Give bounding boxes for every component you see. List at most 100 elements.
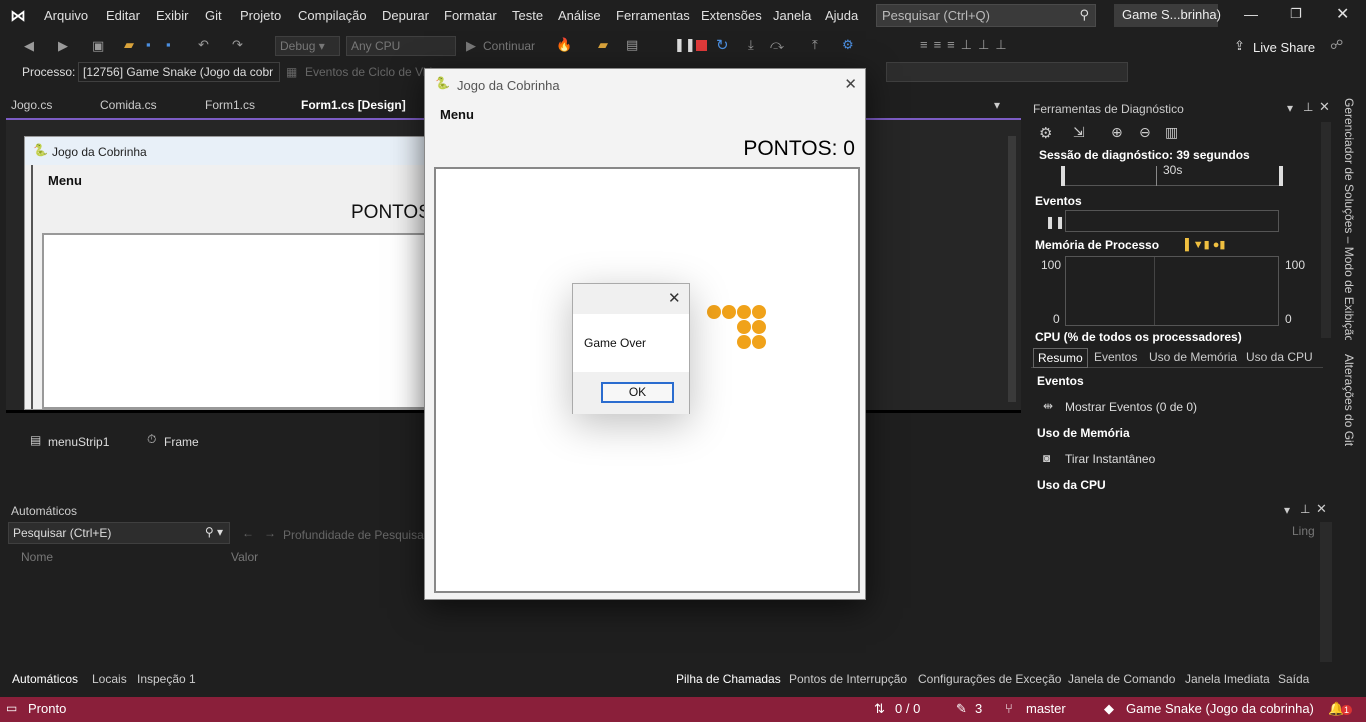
- live-share-label[interactable]: Live Share: [1253, 40, 1315, 55]
- pause-events-icon[interactable]: ❚❚: [1045, 215, 1065, 229]
- take-snapshot-button[interactable]: Tirar Instantâneo: [1065, 452, 1155, 466]
- solution-explorer-tab[interactable]: Gerenciador de Soluções – Modo de Exibiç…: [1342, 98, 1356, 340]
- subtab-resumo[interactable]: Resumo: [1033, 348, 1088, 368]
- menu-compilacao[interactable]: Compilação: [298, 8, 367, 23]
- calls-pin-icon[interactable]: ⊥: [1300, 502, 1310, 516]
- search-input[interactable]: Pesquisar (Ctrl+Q) ⚲: [876, 4, 1096, 27]
- menu-ajuda[interactable]: Ajuda: [825, 8, 858, 23]
- tab-jogo-cs[interactable]: Jogo.cs: [11, 98, 52, 112]
- new-project-icon[interactable]: ▣: [92, 38, 104, 54]
- status-updown[interactable]: 0 / 0: [895, 701, 920, 716]
- menu-git[interactable]: Git: [205, 8, 222, 23]
- autos-forward-icon[interactable]: →: [264, 526, 276, 540]
- tab-output[interactable]: Saída: [1278, 672, 1309, 686]
- menu-formatar[interactable]: Formatar: [444, 8, 497, 23]
- subtab-eventos[interactable]: Eventos: [1094, 350, 1137, 364]
- undo-icon[interactable]: ↶: [198, 37, 209, 53]
- frame-timer-item[interactable]: Frame: [164, 435, 199, 449]
- status-branch[interactable]: master: [1026, 701, 1066, 716]
- game-over-dialog[interactable]: ✕ Game Over OK: [572, 283, 690, 414]
- process-select[interactable]: [12756] Game Snake (Jogo da cobr: [78, 62, 280, 82]
- pause-icon[interactable]: ❚❚: [674, 37, 696, 53]
- folder-icon[interactable]: ▰: [598, 37, 608, 53]
- calls-scrollbar[interactable]: [1320, 522, 1332, 662]
- tab-comida-cs[interactable]: Comida.cs: [100, 98, 157, 112]
- zoom-out-icon[interactable]: ⊖: [1139, 124, 1151, 141]
- calls-menu-icon[interactable]: ▾: [1284, 503, 1290, 517]
- tab-form1-design[interactable]: Form1.cs [Design]: [301, 98, 406, 112]
- chart-icon[interactable]: ▥: [1165, 124, 1178, 141]
- col-name[interactable]: Nome: [21, 550, 53, 564]
- designer-menu[interactable]: Menu: [48, 173, 82, 188]
- menu-teste[interactable]: Teste: [512, 8, 543, 23]
- pin-icon[interactable]: ⊥: [1303, 100, 1313, 114]
- menu-depurar[interactable]: Depurar: [382, 8, 429, 23]
- col-language[interactable]: Ling: [1292, 524, 1315, 538]
- lifecycle-events-label[interactable]: Eventos de Ciclo de Vida: [305, 65, 439, 79]
- menu-ferramentas[interactable]: Ferramentas: [616, 8, 690, 23]
- window-icon[interactable]: ▤: [626, 37, 638, 53]
- diag-scrollbar[interactable]: [1321, 122, 1331, 338]
- step-out-icon[interactable]: ⤒: [812, 37, 818, 53]
- status-edits[interactable]: 3: [975, 701, 982, 716]
- menu-extensoes[interactable]: Extensões: [701, 8, 762, 23]
- menu-exibir[interactable]: Exibir: [156, 8, 189, 23]
- menustrip-item[interactable]: menuStrip1: [48, 435, 109, 449]
- save-all-icon[interactable]: ▪: [166, 37, 171, 52]
- open-folder-icon[interactable]: ▰: [124, 37, 134, 53]
- designer-form[interactable]: 🐍 Jogo da Cobrinha Menu PONTOS: [24, 136, 445, 410]
- step-into-icon[interactable]: ⤓: [748, 37, 754, 53]
- restart-icon[interactable]: ↻: [716, 36, 729, 54]
- show-events-link[interactable]: Mostrar Eventos (0 de 0): [1065, 400, 1197, 414]
- panel-menu-icon[interactable]: ▾: [1287, 101, 1293, 115]
- continue-label[interactable]: Continuar: [483, 39, 535, 53]
- menu-projeto[interactable]: Projeto: [240, 8, 281, 23]
- subtab-cpu[interactable]: Uso da CPU: [1246, 350, 1313, 364]
- menu-analise[interactable]: Análise: [558, 8, 601, 23]
- tab-immediate-window[interactable]: Janela Imediata: [1185, 672, 1270, 686]
- menu-arquivo[interactable]: Arquivo: [44, 8, 88, 23]
- stack-frame-select[interactable]: [886, 62, 1128, 82]
- game-menu[interactable]: Menu: [440, 107, 474, 122]
- timeline-ruler[interactable]: 30s: [1061, 163, 1283, 186]
- diag-cpu-header[interactable]: CPU (% de todos os processadores): [1035, 330, 1242, 344]
- vs-logo-icon[interactable]: ⋈: [10, 6, 32, 26]
- diag-events-header[interactable]: Eventos: [1035, 194, 1082, 208]
- timeline-end-handle[interactable]: [1279, 166, 1283, 186]
- autos-search-input[interactable]: Pesquisar (Ctrl+E) ⚲ ▾: [8, 522, 230, 544]
- layout-icons[interactable]: ≡≡≡⊥⊥⊥: [920, 37, 1013, 53]
- settings-icon[interactable]: ⚙: [1039, 124, 1052, 142]
- continue-icon[interactable]: ▶: [466, 38, 476, 54]
- dialog-close-icon[interactable]: ✕: [668, 289, 681, 307]
- minimize-icon[interactable]: —: [1244, 6, 1258, 22]
- ok-button[interactable]: OK: [601, 382, 674, 403]
- step-over-icon[interactable]: ⤼: [770, 37, 784, 53]
- calls-close-icon[interactable]: ✕: [1316, 501, 1327, 517]
- tab-list-icon[interactable]: ▾: [994, 98, 1000, 112]
- tab-exception-settings[interactable]: Configurações de Exceção: [918, 672, 1061, 686]
- forward-icon[interactable]: ▶: [58, 38, 68, 54]
- close-icon[interactable]: ✕: [1336, 4, 1349, 24]
- back-icon[interactable]: ◀: [24, 38, 34, 54]
- hot-reload-icon[interactable]: 🔥: [556, 37, 572, 53]
- save-icon[interactable]: ▪: [146, 37, 151, 52]
- tab-form1-cs[interactable]: Form1.cs: [205, 98, 255, 112]
- tab-command-window[interactable]: Janela de Comando: [1068, 672, 1175, 686]
- menu-editar[interactable]: Editar: [106, 8, 140, 23]
- stop-icon[interactable]: [696, 40, 707, 51]
- diag-memory-header[interactable]: Memória de Processo: [1035, 238, 1159, 252]
- restore-icon[interactable]: ❐: [1290, 6, 1302, 22]
- status-project[interactable]: Game Snake (Jogo da cobrinha): [1126, 701, 1314, 716]
- tab-locais[interactable]: Locais: [92, 672, 127, 686]
- col-value[interactable]: Valor: [231, 550, 258, 564]
- export-icon[interactable]: ⇲: [1073, 124, 1085, 141]
- menu-janela[interactable]: Janela: [773, 8, 811, 23]
- game-close-icon[interactable]: ✕: [844, 75, 857, 93]
- config-select[interactable]: Debug ▾: [275, 36, 340, 56]
- platform-select[interactable]: Any CPU: [346, 36, 456, 56]
- editor-scrollbar[interactable]: [1008, 136, 1016, 402]
- solution-badge[interactable]: Game S...brinha): [1114, 4, 1221, 27]
- redo-icon[interactable]: ↷: [232, 37, 243, 53]
- updown-icon[interactable]: ⇅: [874, 701, 885, 717]
- zoom-in-icon[interactable]: ⊕: [1111, 124, 1123, 141]
